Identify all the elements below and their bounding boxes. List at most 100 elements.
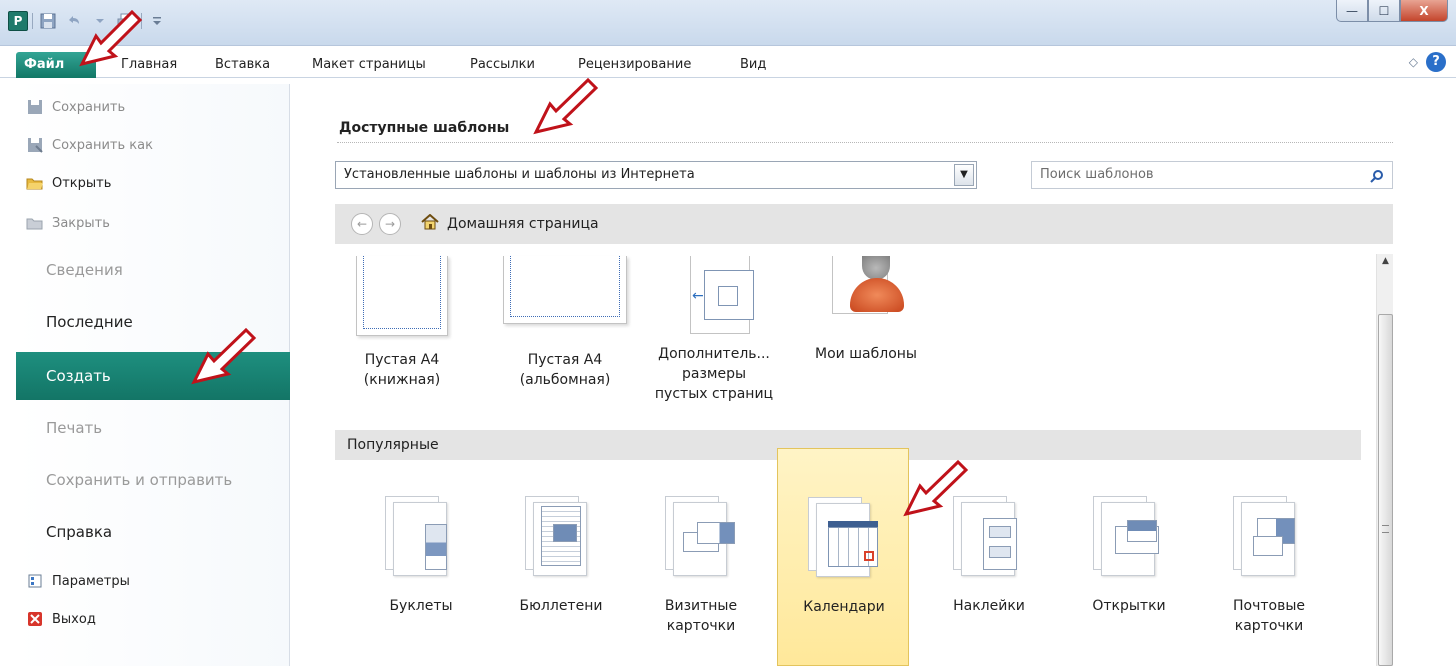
template-label-line: (книжная) (363, 372, 441, 388)
template-more-blank-sizes[interactable]: ← Дополнитель... размеры пустых страниц (649, 256, 779, 404)
annotation-arrow-file (79, 9, 143, 67)
template-source-value: Установленные шаблоны и шаблоны из Интер… (344, 167, 695, 182)
category-postcards[interactable]: Почтовые карточки (1203, 448, 1335, 666)
customize-qat-icon[interactable] (146, 11, 168, 31)
category-business-cards[interactable]: Визитные карточки (635, 448, 767, 666)
templates-panel: Доступные шаблоны Установленные шаблоны … (291, 84, 1456, 666)
options-label: Параметры (52, 573, 130, 589)
chevron-down-icon[interactable]: ▼ (954, 164, 974, 186)
maximize-button[interactable]: ☐ (1368, 0, 1400, 22)
user-icon (826, 256, 906, 316)
category-booklets[interactable]: Буклеты (355, 448, 487, 666)
annotation-arrow-calendars (903, 459, 969, 517)
postcard-icon (1233, 496, 1309, 580)
template-label-line: пустых страниц (654, 386, 774, 402)
category-label: Буклеты (355, 596, 487, 616)
save-command[interactable]: Сохранить (16, 94, 125, 120)
search-placeholder: Поиск шаблонов (1040, 167, 1154, 182)
nav-help[interactable]: Справка (16, 508, 290, 556)
title-bar: P — ☐ X (0, 0, 1456, 46)
business-card-icon (665, 496, 741, 580)
category-label-line: Календари (803, 599, 885, 615)
close-document-icon (26, 215, 44, 231)
tab-view[interactable]: Вид (740, 52, 766, 78)
category-label: Визитные карточки (635, 596, 767, 636)
exit-label: Выход (52, 611, 96, 627)
category-label: Бюллетени (495, 596, 627, 616)
template-label-line: Пустая A4 (364, 352, 440, 368)
category-greeting-cards[interactable]: Открытки (1063, 448, 1195, 666)
open-folder-icon (26, 175, 44, 191)
close-document-label: Закрыть (52, 215, 110, 231)
template-navigation-bar: ← → Домашняя страница (335, 204, 1393, 244)
options-icon (26, 573, 44, 589)
window-controls: — ☐ X (1336, 0, 1448, 22)
annotation-arrow-create (191, 327, 257, 385)
search-icon[interactable] (1370, 165, 1384, 191)
category-label: Почтовые карточки (1203, 596, 1335, 636)
booklet-icon (385, 496, 461, 580)
category-label-line: Открытки (1092, 598, 1166, 614)
category-label-line: Буклеты (389, 598, 453, 614)
template-search-input[interactable]: Поиск шаблонов (1031, 161, 1393, 189)
scroll-up-icon[interactable]: ▲ (1377, 256, 1394, 272)
save-as-command[interactable]: Сохранить как (16, 132, 153, 158)
template-label-line: Мои шаблоны (815, 346, 917, 362)
options-command[interactable]: Параметры (16, 568, 130, 594)
qat-separator (32, 13, 33, 29)
ribbon-tab-bar: Файл Главная Вставка Макет страницы Расс… (0, 46, 1456, 78)
home-icon[interactable] (421, 213, 439, 234)
save-command-label: Сохранить (52, 99, 126, 115)
tab-mailings[interactable]: Рассылки (470, 52, 535, 78)
minimize-ribbon-icon[interactable]: ◇ (1409, 55, 1418, 69)
available-templates-title: Доступные шаблоны (339, 120, 510, 136)
save-as-icon (26, 137, 44, 153)
save-icon (26, 99, 44, 115)
template-source-select[interactable]: Установленные шаблоны и шаблоны из Интер… (335, 161, 977, 189)
forward-arrow-icon[interactable]: → (379, 213, 401, 235)
category-label: Наклейки (923, 596, 1055, 616)
greeting-card-icon (1093, 496, 1169, 580)
tab-page-layout[interactable]: Макет страницы (312, 52, 426, 78)
category-label-line: карточки (666, 618, 736, 634)
category-label: Календари (778, 597, 910, 617)
open-command-label: Открыть (52, 175, 112, 191)
help-icon[interactable]: ? (1426, 52, 1446, 72)
category-label-line: Наклейки (953, 598, 1025, 614)
blank-portrait-thumbnail (356, 256, 448, 336)
page-sizes-icon: ← (674, 256, 754, 336)
calendar-icon (808, 497, 884, 581)
ribbon-right-controls: ◇ ? (1409, 52, 1446, 72)
nav-save-and-send[interactable]: Сохранить и отправить (16, 456, 290, 504)
save-icon[interactable] (37, 11, 59, 31)
template-label-line: Дополнитель... (658, 346, 770, 362)
blank-landscape-thumbnail (503, 256, 627, 324)
template-my-templates[interactable]: Мои шаблоны (801, 256, 931, 364)
category-calendars[interactable]: Календари (777, 448, 909, 666)
template-label-line: Пустая A4 (527, 352, 603, 368)
nav-info[interactable]: Сведения (16, 246, 290, 294)
category-label: Открытки (1063, 596, 1195, 616)
open-command[interactable]: Открыть (16, 170, 111, 196)
newsletter-icon (525, 496, 601, 580)
template-label: Дополнитель... размеры пустых страниц (649, 344, 779, 404)
template-label: Пустая A4 (альбомная) (495, 350, 635, 390)
category-label-line: Визитные (664, 598, 738, 614)
title-divider (337, 142, 1393, 143)
template-blank-portrait[interactable]: Пустая A4 (книжная) (347, 256, 457, 390)
close-window-button[interactable]: X (1400, 0, 1448, 22)
nav-print[interactable]: Печать (16, 404, 290, 452)
category-newsletters[interactable]: Бюллетени (495, 448, 627, 666)
save-as-command-label: Сохранить как (52, 137, 153, 153)
home-page-link[interactable]: Домашняя страница (447, 216, 599, 232)
tab-insert[interactable]: Вставка (215, 52, 270, 78)
close-document-command[interactable]: Закрыть (16, 210, 110, 236)
publisher-app-icon[interactable]: P (8, 11, 28, 31)
minimize-button[interactable]: — (1336, 0, 1368, 22)
template-label: Пустая A4 (книжная) (347, 350, 457, 390)
exit-command[interactable]: Выход (16, 606, 96, 632)
back-arrow-icon[interactable]: ← (351, 213, 373, 235)
template-blank-landscape[interactable]: Пустая A4 (альбомная) (495, 256, 635, 390)
templates-scrollbar[interactable]: ▲ (1376, 254, 1393, 666)
scrollbar-thumb[interactable] (1378, 314, 1393, 666)
